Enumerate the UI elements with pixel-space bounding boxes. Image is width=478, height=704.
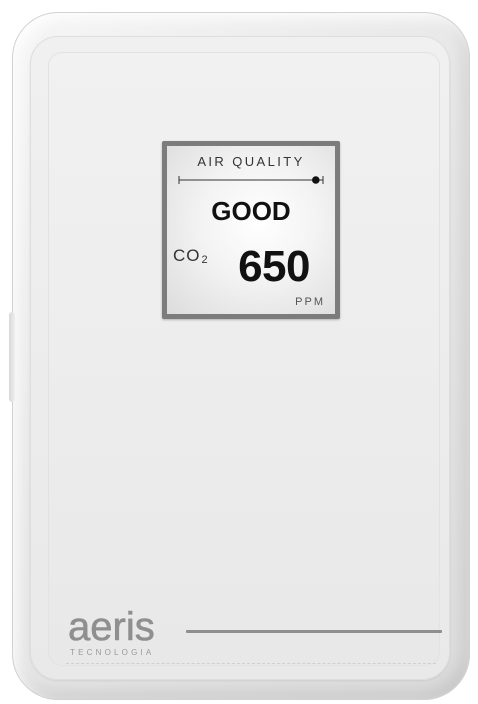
lcd-screen: AIR QUALITY GOOD CO2 650 PPM	[167, 146, 335, 314]
brand-tagline: TECNOLOGIA	[70, 648, 155, 657]
lcd-bezel: AIR QUALITY GOOD CO2 650 PPM	[162, 141, 340, 319]
scale-indicator-dot	[312, 176, 320, 184]
reading-unit: PPM	[295, 296, 325, 308]
co2-reading-value: 650	[238, 242, 310, 291]
side-notch	[9, 312, 15, 402]
gas-label: CO2	[173, 246, 209, 266]
gas-label-subscript: 2	[201, 254, 209, 266]
bottom-seam	[66, 663, 436, 665]
brand-logo: aeris TECNOLOGIA	[68, 605, 155, 657]
brand-name: aeris	[68, 605, 155, 649]
co2-sensor-device: AIR QUALITY GOOD CO2 650 PPM aeris TECNO…	[0, 0, 478, 704]
air-quality-title: AIR QUALITY	[197, 154, 305, 169]
brand-divider-line	[186, 630, 442, 633]
gas-label-text: CO	[173, 246, 201, 265]
air-quality-status: GOOD	[211, 196, 291, 226]
air-quality-scale	[178, 176, 324, 184]
